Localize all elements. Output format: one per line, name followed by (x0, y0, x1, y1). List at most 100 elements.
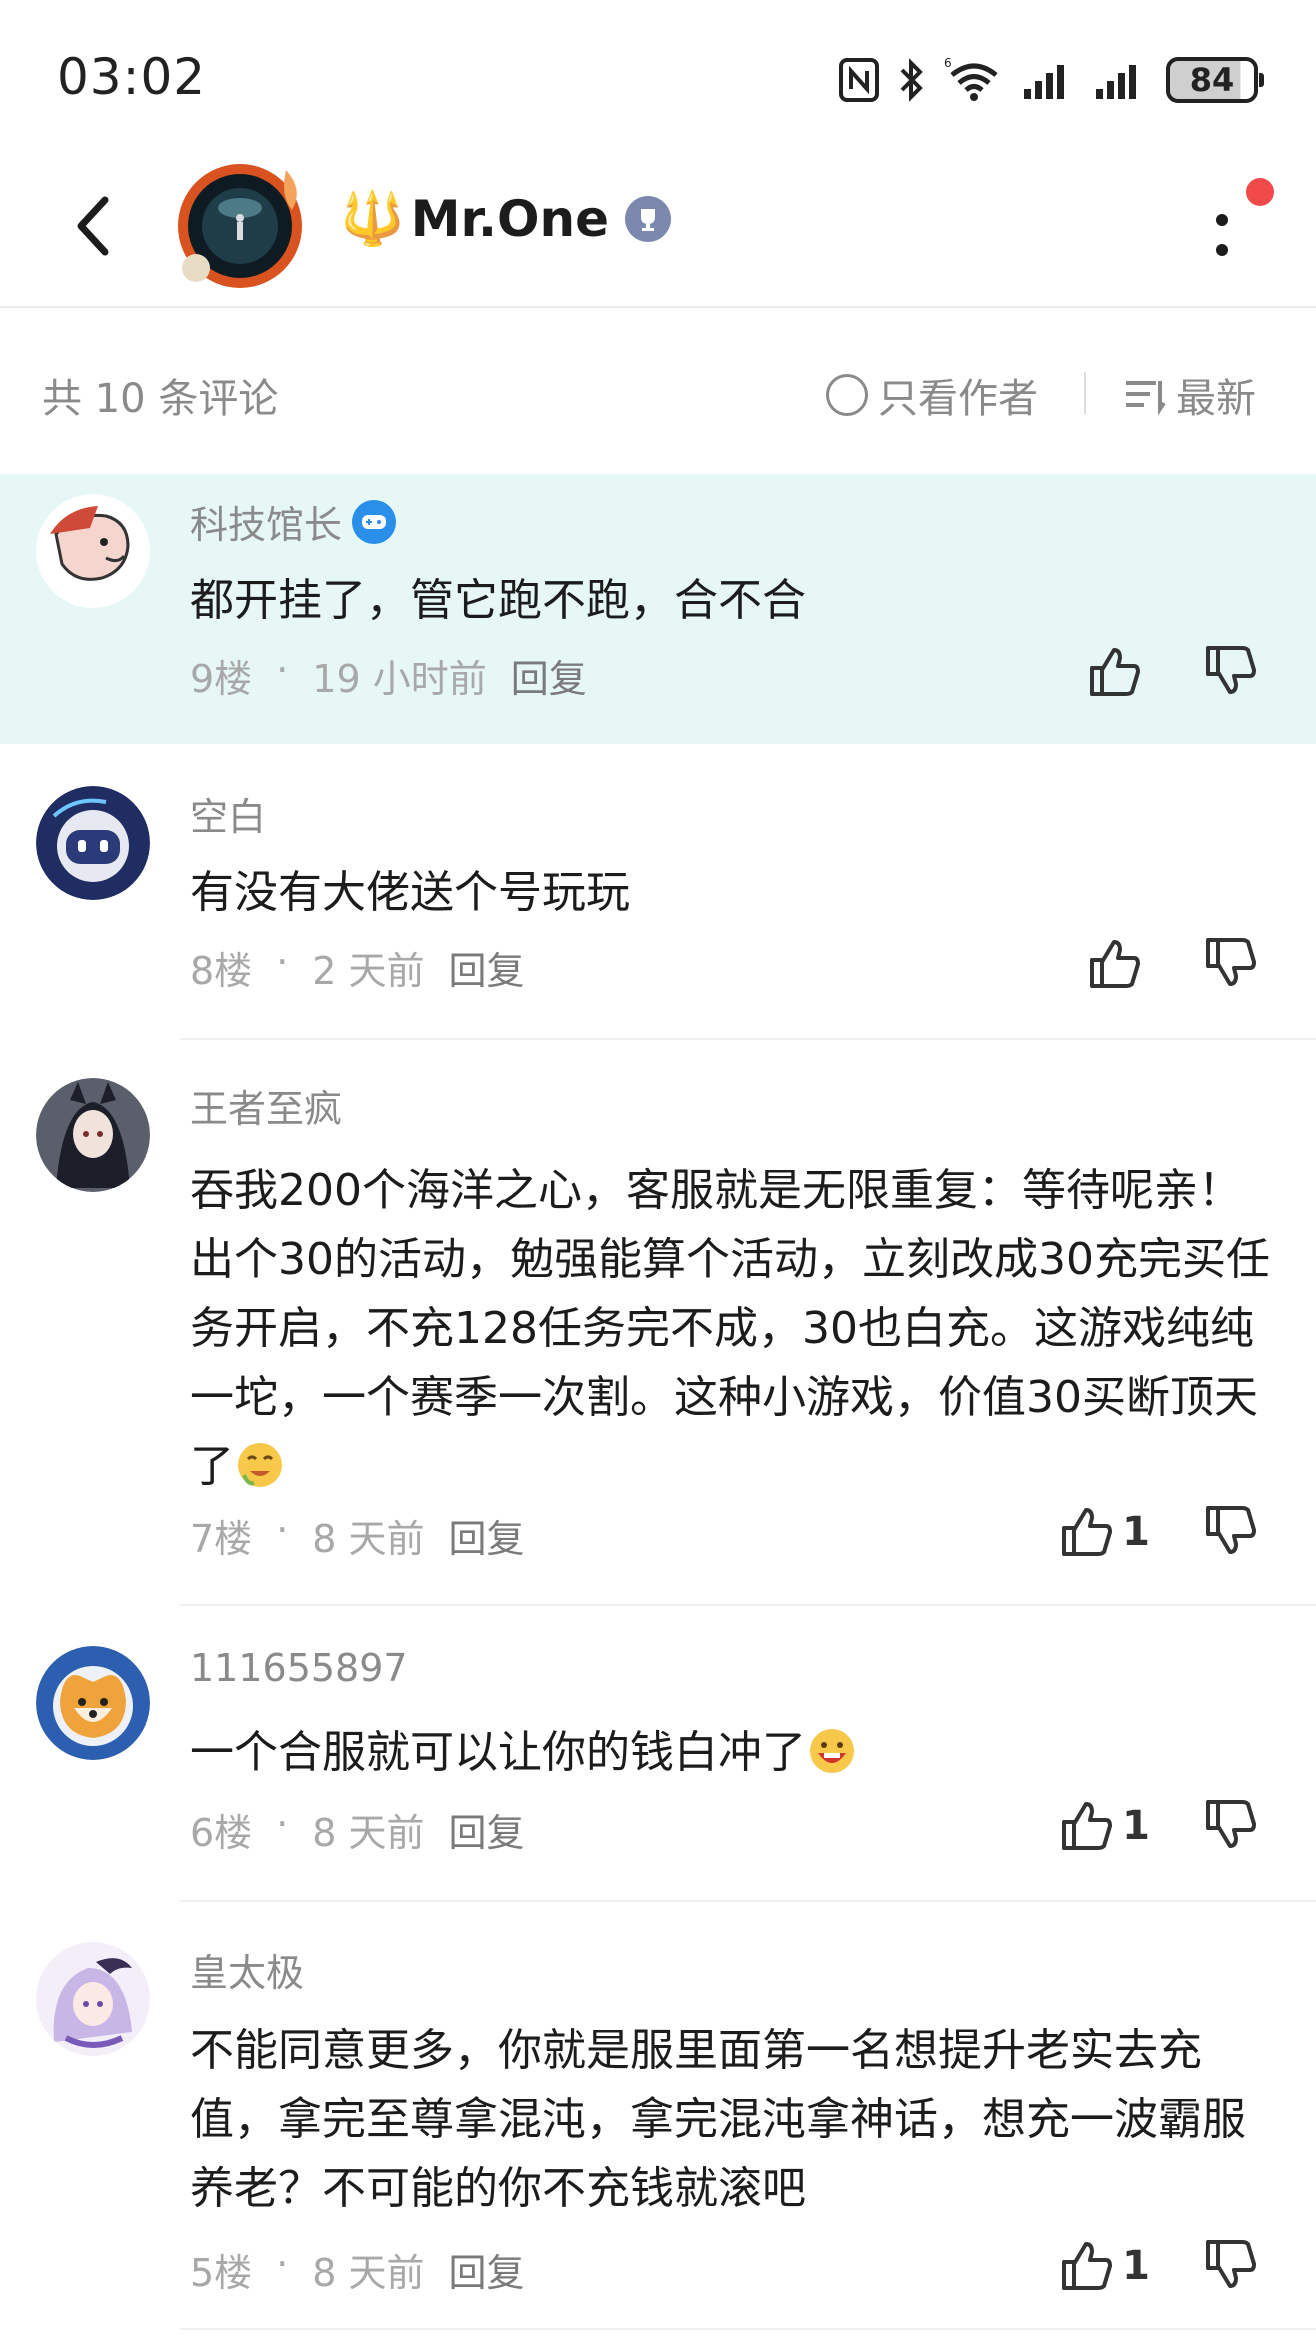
dislike-button[interactable] (1202, 2236, 1258, 2296)
comment-author-name[interactable]: 科技馆长 (190, 494, 342, 549)
comment-text: 不能同意更多，你就是服里面第一名想提升老实去充值，拿完至尊拿混沌，拿完混沌拿神话… (190, 2025, 1246, 2214)
comment-item: 皇太极 不能同意更多，你就是服里面第一名想提升老实去充值，拿完至尊拿混沌，拿完混… (0, 1902, 1316, 2345)
thumbs-up-icon (1090, 648, 1140, 696)
thumbs-up-icon (1062, 2242, 1113, 2290)
comment-text-body: 一个合服就可以让你的钱白冲了 (190, 1727, 806, 1778)
game-badge-icon (352, 499, 397, 544)
comment-text: 吞我200个海洋之心，客服就是无限重复：等待呢亲！出个30的活动，勉强能算个活动… (190, 1156, 1270, 1501)
radio-icon (826, 374, 868, 416)
more-vertical-icon[interactable] (1202, 200, 1242, 270)
comment-actions: 1 (1058, 2236, 1258, 2296)
thumbs-up-icon (1090, 940, 1140, 988)
comment-item: 科技馆长 都开挂了，管它跑不跑，合不合 9楼 · 19 小时前 回复 (0, 474, 1316, 744)
comment-author[interactable]: 空白 (190, 786, 266, 841)
trophy-icon (625, 196, 672, 242)
comment-text: 都开挂了，管它跑不跑，合不合 (190, 575, 806, 626)
reply-button[interactable]: 回复 (449, 1508, 525, 1563)
avatar[interactable] (36, 494, 150, 608)
avatar[interactable] (36, 1078, 150, 1192)
comment-author-name[interactable]: 111655897 (190, 1646, 408, 1690)
avatar[interactable] (36, 1942, 150, 2056)
thumbs-down-icon (1206, 938, 1256, 986)
comment-actions: 1 (1058, 1796, 1258, 1856)
status-time: 03:02 (57, 48, 207, 106)
like-count: 1 (1122, 2243, 1150, 2289)
nfc-icon (839, 58, 879, 102)
author-only-toggle[interactable]: 只看作者 (826, 366, 1038, 424)
comment-meta: 9楼 · 19 小时前 回复 (190, 648, 587, 703)
like-button[interactable]: 1 (1058, 1504, 1150, 1560)
avatar[interactable] (36, 786, 150, 900)
comment-author-name[interactable]: 王者至疯 (190, 1078, 342, 1133)
bluetooth-icon (900, 58, 923, 102)
like-button[interactable]: 1 (1058, 2238, 1150, 2294)
avatar[interactable] (36, 1646, 150, 1760)
meta-dot: · (276, 2242, 289, 2286)
page-title[interactable]: Mr.One (411, 190, 609, 248)
comment-time: 19 小时前 (312, 657, 487, 701)
meta-dot: · (276, 1802, 289, 1846)
meta-dot: · (276, 648, 289, 692)
comment-author[interactable]: 王者至疯 (190, 1078, 342, 1133)
comment-meta: 6楼 · 8 天前 回复 (190, 1802, 525, 1857)
comment-author-name[interactable]: 空白 (190, 786, 266, 841)
comment-floor: 8楼 (190, 949, 253, 993)
comment-author[interactable]: 111655897 (190, 1646, 408, 1690)
sort-label: 最新 (1176, 376, 1256, 422)
comment-actions (1086, 934, 1258, 994)
comment-floor: 9楼 (190, 657, 253, 701)
comment-floor: 7楼 (190, 1517, 253, 1561)
signal-2-icon (1096, 65, 1136, 99)
comment-item: 111655897 一个合服就可以让你的钱白冲了 6楼 · 8 天前 回复 1 (0, 1606, 1316, 1902)
like-count: 1 (1122, 1509, 1150, 1555)
comment-time: 8 天前 (312, 1811, 425, 1855)
reply-button[interactable]: 回复 (449, 1802, 525, 1857)
comment-time: 8 天前 (312, 2251, 425, 2295)
trident-icon: 🔱 (340, 189, 405, 249)
divider (180, 2328, 1316, 2330)
filter-bar: 共 10 条评论 只看作者 最新 (0, 310, 1316, 474)
comment-meta: 8楼 · 2 天前 回复 (190, 940, 525, 995)
reply-button[interactable]: 回复 (449, 2242, 525, 2297)
like-button[interactable] (1086, 644, 1150, 700)
dislike-button[interactable] (1202, 1796, 1258, 1856)
meta-dot: · (276, 940, 289, 984)
comment-floor: 5楼 (190, 2251, 253, 2295)
avatar[interactable] (168, 150, 316, 298)
comment-floor: 6楼 (190, 1811, 253, 1855)
like-button[interactable]: 1 (1058, 1798, 1150, 1854)
sweat-smile-emoji-icon (238, 1443, 282, 1487)
dislike-button[interactable] (1202, 642, 1258, 702)
comment-text: 有没有大佬送个号玩玩 (190, 867, 630, 918)
like-button[interactable] (1086, 936, 1150, 992)
comment-meta: 7楼 · 8 天前 回复 (190, 1508, 525, 1563)
comment-author[interactable]: 皇太极 (190, 1942, 304, 1997)
meta-dot: · (276, 1508, 289, 1552)
reply-button[interactable]: 回复 (511, 648, 587, 703)
status-bar: 03:02 6 84 (0, 0, 1316, 150)
chevron-left-icon (77, 196, 109, 256)
sort-button[interactable]: 最新 (1124, 366, 1256, 424)
status-icons: 6 84 (838, 52, 1264, 108)
header: 🔱 Mr.One (0, 150, 1316, 308)
comment-item: 王者至疯 吞我200个海洋之心，客服就是无限重复：等待呢亲！出个30的活动，勉强… (0, 1040, 1316, 1606)
comment-text-body: 吞我200个海洋之心，客服就是无限重复：等待呢亲！出个30的活动，勉强能算个活动… (190, 1165, 1270, 1492)
notification-dot (1246, 178, 1274, 206)
svg-text:6: 6 (944, 57, 952, 70)
dislike-button[interactable] (1202, 934, 1258, 994)
comment-actions: 1 (1058, 1502, 1258, 1562)
comment-count: 共 10 条评论 (42, 376, 279, 422)
comment-author-name[interactable]: 皇太极 (190, 1942, 304, 1997)
thumbs-down-icon (1206, 646, 1256, 694)
thumbs-up-icon (1062, 1802, 1113, 1850)
comment-time: 8 天前 (312, 1517, 425, 1561)
back-button[interactable] (58, 186, 128, 266)
battery-indicator: 84 (1166, 57, 1264, 103)
page-title-group[interactable]: 🔱 Mr.One (340, 189, 672, 249)
sort-lines-icon (1126, 381, 1166, 415)
comment-author[interactable]: 科技馆长 (190, 494, 397, 549)
reply-button[interactable]: 回复 (449, 940, 525, 995)
thumbs-down-icon (1206, 1506, 1256, 1554)
dislike-button[interactable] (1202, 1502, 1258, 1562)
thumbs-up-icon (1062, 1508, 1113, 1556)
